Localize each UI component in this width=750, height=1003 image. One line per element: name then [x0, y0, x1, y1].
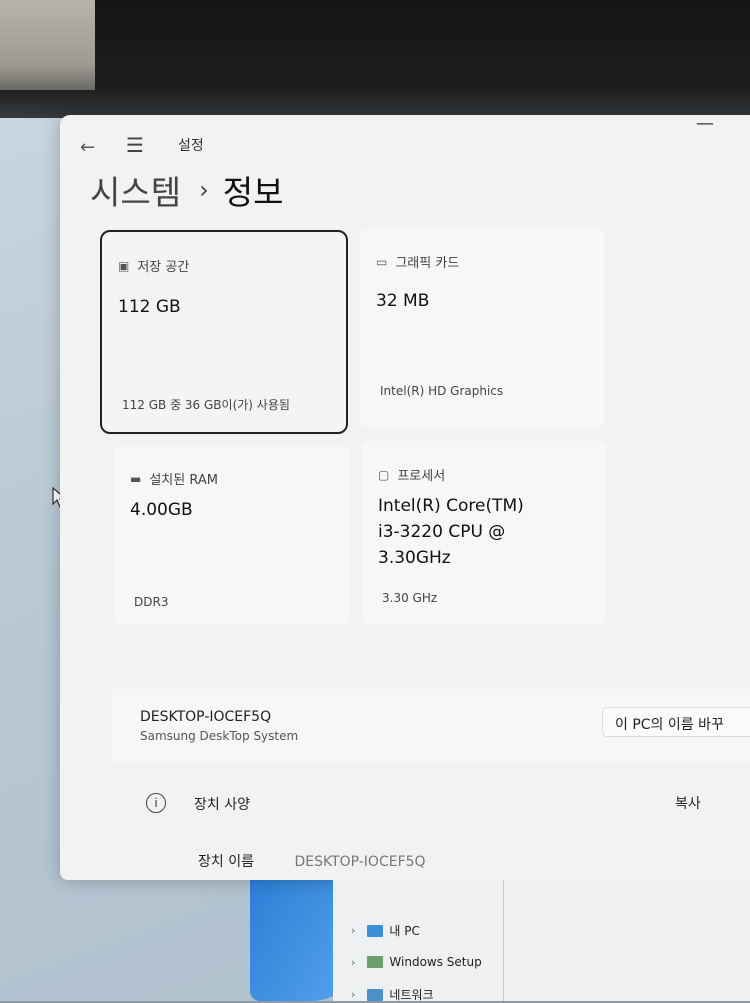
- breadcrumb-separator: ›: [199, 176, 209, 204]
- processor-value-line: i3-3220 CPU @: [378, 522, 506, 542]
- chevron-right-icon[interactable]: ›: [351, 988, 355, 1001]
- graphics-detail: Intel(R) HD Graphics: [380, 384, 504, 398]
- graphics-value: 32 MB: [376, 291, 430, 311]
- ram-label: 설치된 RAM: [149, 473, 218, 488]
- storage-label: 저장 공간: [137, 260, 190, 275]
- tree-item-network[interactable]: › 네트워크: [351, 986, 434, 1003]
- device-name-spec-row: 장치 이름 DESKTOP-IOCEF5Q: [198, 851, 426, 871]
- copy-button[interactable]: 복사: [675, 793, 701, 813]
- graphics-card[interactable]: ▭ 그래픽 카드 32 MB Intel(R) HD Graphics: [360, 228, 604, 428]
- graphics-label: 그래픽 카드: [395, 256, 460, 271]
- processor-value-line: Intel(R) Core(TM): [378, 496, 524, 516]
- tree-item-windows-setup[interactable]: › Windows Setup: [351, 955, 482, 969]
- graphics-card-header: ▭ 그래픽 카드: [376, 252, 460, 272]
- ram-detail: DDR3: [134, 595, 169, 609]
- minimize-icon[interactable]: —: [696, 113, 714, 134]
- storage-card-header: ▣ 저장 공간: [118, 256, 190, 276]
- settings-window: ← ☰ 설정 — 시스템 › 정보 ▣ 저장 공간 112 GB 112 GB …: [60, 113, 750, 880]
- breadcrumb: 시스템 › 정보: [90, 165, 283, 215]
- chevron-right-icon[interactable]: ›: [351, 956, 355, 969]
- ram-icon: ▬: [130, 471, 142, 486]
- setup-icon: [367, 956, 384, 968]
- pc-icon: [367, 924, 384, 937]
- ram-card-header: ▬ 설치된 RAM: [130, 469, 218, 489]
- storage-card[interactable]: ▣ 저장 공간 112 GB 112 GB 중 36 GB이(가) 사용됨: [100, 230, 348, 434]
- tree-item-label: 네트워크: [389, 988, 434, 1002]
- chevron-right-icon[interactable]: ›: [351, 924, 355, 937]
- processor-label: 프로세서: [397, 469, 446, 484]
- storage-icon: ▣: [118, 258, 130, 273]
- rename-pc-button[interactable]: 이 PC의 이름 바꾸: [602, 707, 750, 737]
- device-model: Samsung DeskTop System: [140, 729, 299, 743]
- ram-value: 4.00GB: [130, 500, 193, 520]
- info-icon: i: [146, 793, 166, 813]
- display-icon: ▭: [376, 254, 388, 269]
- hamburger-menu-icon[interactable]: ☰: [126, 133, 144, 157]
- processor-value: Intel(R) Core(TM) i3-3220 CPU @ 3.30GHz: [378, 493, 524, 571]
- device-name-spec-value: DESKTOP-IOCEF5Q: [294, 854, 426, 870]
- processor-value-line: 3.30GHz: [378, 548, 451, 568]
- device-specs-header[interactable]: i 장치 사양 복사: [112, 775, 750, 835]
- storage-value: 112 GB: [118, 297, 181, 317]
- tree-item-my-pc[interactable]: › 내 PC: [351, 922, 420, 939]
- tree-item-label: 내 PC: [389, 924, 420, 938]
- breadcrumb-parent[interactable]: 시스템: [90, 166, 181, 214]
- device-name-spec-label: 장치 이름: [198, 854, 254, 870]
- processor-card-header: ▢ 프로세서: [378, 465, 446, 485]
- breadcrumb-current: 정보: [222, 173, 284, 212]
- device-name: DESKTOP-IOCEF5Q: [140, 709, 272, 725]
- file-explorer-peek: › 내 PC › Windows Setup › 네트워크: [333, 880, 750, 1003]
- processor-card[interactable]: ▢ 프로세서 Intel(R) Core(TM) i3-3220 CPU @ 3…: [362, 441, 606, 625]
- device-info-row: DESKTOP-IOCEF5Q Samsung DeskTop System 이…: [112, 689, 750, 763]
- processor-icon: ▢: [378, 467, 390, 482]
- pane-divider[interactable]: [503, 880, 504, 1001]
- device-specs-label: 장치 사양: [194, 797, 250, 813]
- processor-detail: 3.30 GHz: [382, 591, 438, 605]
- ram-card[interactable]: ▬ 설치된 RAM 4.00GB DDR3: [114, 445, 350, 625]
- storage-detail: 112 GB 중 36 GB이(가) 사용됨: [122, 398, 290, 412]
- tree-item-label: Windows Setup: [389, 955, 482, 969]
- network-icon: [367, 988, 384, 1001]
- back-arrow-icon[interactable]: ←: [80, 137, 95, 158]
- app-title: 설정: [178, 138, 204, 154]
